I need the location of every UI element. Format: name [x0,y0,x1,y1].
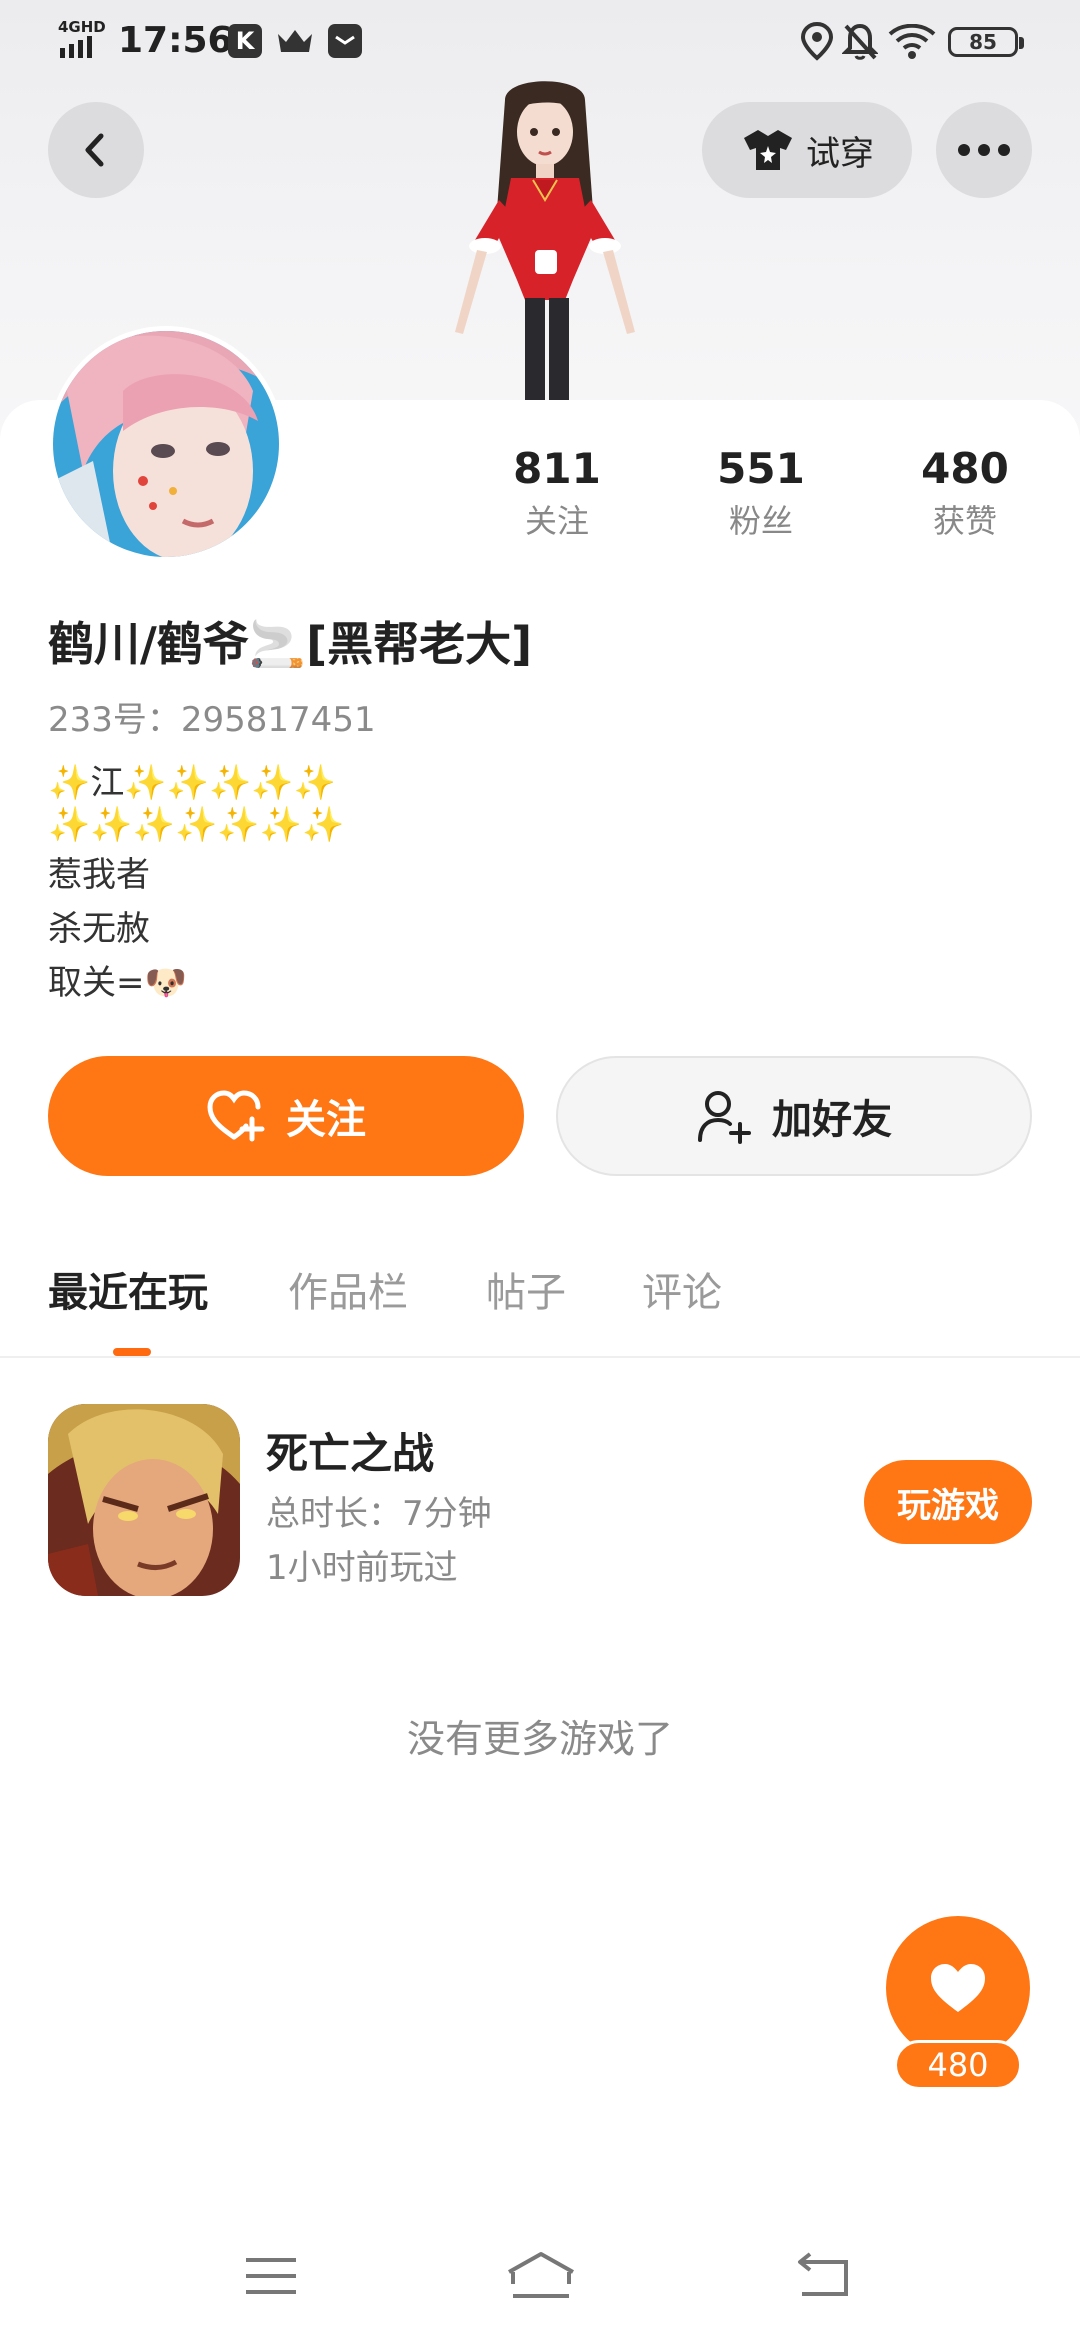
following-label: 关注 [524,502,589,540]
signal-icon [60,36,92,58]
location-icon [800,22,834,61]
more-button[interactable] [936,102,1032,198]
game-icon[interactable] [48,1404,240,1596]
likes-received-count: 480 [921,444,1009,493]
game-thumbnail [48,1404,240,1596]
game-last-played: 1小时前玩过 [266,1548,458,1588]
battery-indicator: 85 [948,27,1024,57]
followers-label: 粉丝 [728,502,793,540]
character-avatar-3d [455,81,635,400]
wifi-icon [888,24,936,59]
stat-followers[interactable]: 551 粉丝 [686,444,836,544]
back-button[interactable] [48,102,144,198]
heart-plus-icon [207,1090,265,1142]
system-nav-bar [0,2220,1080,2340]
game-duration: 总时长：7分钟 [266,1494,492,1534]
shirt-icon [744,130,792,170]
stat-following[interactable]: 811 关注 [482,444,632,544]
bio-line: 惹我者 [48,855,150,895]
tab-comments[interactable]: 评论 [642,1260,722,1318]
bio-line: 取关=🐶 [48,963,187,1003]
chevron-left-icon [85,133,104,167]
more-dots-icon [958,144,1010,156]
stat-likes[interactable]: 480 获赞 [890,444,1040,544]
like-count-badge: 480 [894,2040,1022,2090]
following-count: 811 [513,444,601,493]
crown-icon [278,30,312,52]
heart-icon [931,1964,985,2012]
back-nav-icon[interactable] [796,2252,852,2298]
username: 鹤川/鹤爷🚬[黑帮老大] [48,617,533,671]
add-friend-button[interactable]: 加好友 [556,1056,1032,1176]
game-title[interactable]: 死亡之战 [266,1420,434,1481]
try-on-button[interactable]: 试穿 [702,102,912,198]
user-id: 233号：295817451 [48,700,376,740]
k-app-icon: K [228,24,262,58]
tab-divider [0,1356,1080,1358]
menu-icon[interactable] [244,2254,298,2298]
play-game-button[interactable]: 玩游戏 [864,1460,1032,1544]
add-friend-label: 加好友 [772,1097,892,1143]
like-button[interactable] [886,1916,1030,2060]
mail-icon [328,24,362,58]
tab-posts[interactable]: 帖子 [486,1260,566,1318]
add-user-icon [698,1091,751,1144]
try-on-label: 试穿 [806,133,874,174]
mute-bell-icon [842,23,878,60]
follow-label: 关注 [286,1097,366,1143]
network-type: 4GHD [58,18,106,36]
bio-line: ✨✨✨✨✨✨✨ [48,805,345,845]
tab-works[interactable]: 作品栏 [288,1260,408,1318]
home-icon[interactable] [505,2250,577,2300]
follow-button[interactable]: 关注 [48,1056,524,1176]
followers-count: 551 [717,444,805,493]
no-more-games-text: 没有更多游戏了 [406,1717,673,1761]
likes-received-label: 获赞 [932,502,997,540]
avatar-image [53,331,279,557]
avatar[interactable] [48,326,284,562]
clock: 17:56 [118,20,233,61]
active-tab-indicator [113,1348,151,1356]
bio-line: 杀无赦 [48,909,150,949]
tab-recently-played[interactable]: 最近在玩 [48,1260,208,1318]
